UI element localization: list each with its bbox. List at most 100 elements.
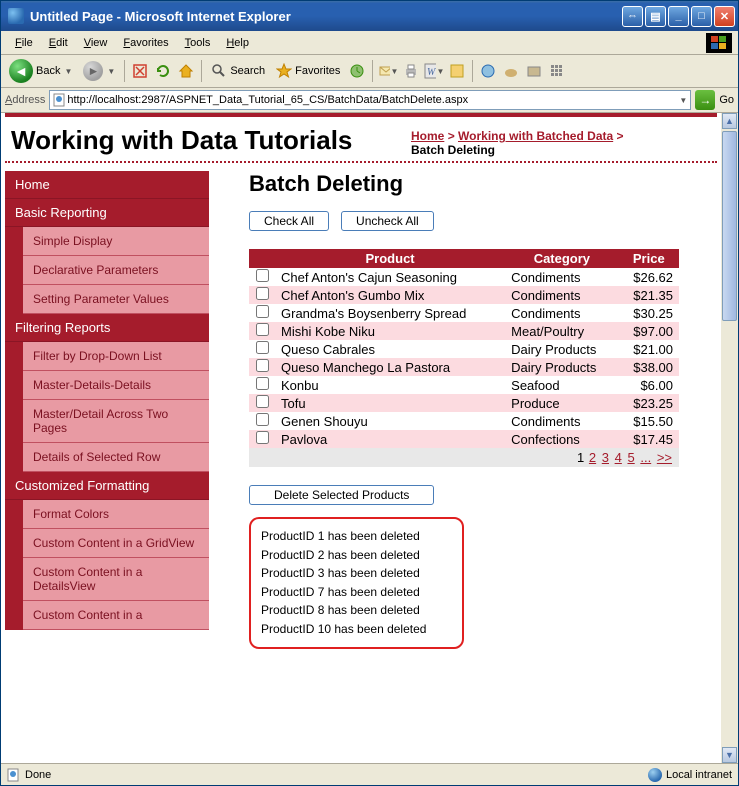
back-icon: ◄: [9, 59, 33, 83]
zone-icon: [648, 768, 662, 782]
research-button[interactable]: [478, 61, 498, 81]
edit-button[interactable]: W▼: [424, 61, 444, 81]
sidebar-item[interactable]: Format Colors: [23, 500, 209, 529]
breadcrumb-section[interactable]: Working with Batched Data: [458, 129, 613, 143]
status-message: ProductID 2 has been deleted: [261, 546, 452, 565]
cell-category: Dairy Products: [505, 358, 618, 376]
sidebar-item[interactable]: Master/Detail Across Two Pages: [23, 400, 209, 443]
sidebar-item[interactable]: Custom Content in a DetailsView: [23, 558, 209, 601]
scroll-down-icon[interactable]: ▼: [722, 747, 737, 763]
check-all-button[interactable]: Check All: [249, 211, 329, 231]
mail-button[interactable]: ▼: [378, 61, 398, 81]
forward-button[interactable]: ► ▼: [79, 59, 119, 83]
tool-messenger-icon[interactable]: [524, 61, 544, 81]
favorites-button[interactable]: Favorites: [272, 61, 344, 81]
pager-ellipsis[interactable]: ...: [640, 450, 651, 465]
cell-product: Chef Anton's Gumbo Mix: [275, 286, 505, 304]
breadcrumb-home[interactable]: Home: [411, 129, 444, 143]
page-icon: [7, 768, 21, 782]
cell-price: $6.00: [619, 376, 679, 394]
sidebar-header[interactable]: Basic Reporting: [5, 199, 209, 227]
stop-button[interactable]: [130, 61, 150, 81]
pager-link[interactable]: 2: [589, 450, 596, 465]
titlebar: Untitled Page - Microsoft Internet Explo…: [1, 1, 738, 31]
tool-extra-icon[interactable]: [547, 61, 567, 81]
menu-help[interactable]: Help: [218, 34, 257, 52]
table-row: Mishi Kobe NikuMeat/Poultry$97.00: [249, 322, 679, 340]
vertical-scrollbar[interactable]: ▲ ▼: [721, 113, 738, 763]
status-message: ProductID 7 has been deleted: [261, 583, 452, 602]
maximize-button[interactable]: □: [691, 6, 712, 27]
row-checkbox[interactable]: [256, 413, 269, 426]
discuss-button[interactable]: [447, 61, 467, 81]
titlebar-extra-1[interactable]: ⇔: [622, 6, 643, 27]
sidebar-item[interactable]: Filter by Drop-Down List: [23, 342, 209, 371]
cell-product: Genen Shouyu: [275, 412, 505, 430]
menu-view[interactable]: View: [76, 34, 116, 52]
back-button[interactable]: ◄ Back ▼: [5, 57, 76, 85]
row-checkbox[interactable]: [256, 269, 269, 282]
go-button[interactable]: →: [695, 90, 715, 110]
sidebar-item[interactable]: Setting Parameter Values: [23, 285, 209, 314]
row-checkbox[interactable]: [256, 287, 269, 300]
tool-research-icon[interactable]: [501, 61, 521, 81]
menu-favorites[interactable]: Favorites: [115, 34, 176, 52]
table-row: Queso Manchego La PastoraDairy Products$…: [249, 358, 679, 376]
sidebar-item[interactable]: Master-Details-Details: [23, 371, 209, 400]
table-row: Genen ShouyuCondiments$15.50: [249, 412, 679, 430]
search-button[interactable]: Search: [207, 61, 269, 81]
row-checkbox[interactable]: [256, 323, 269, 336]
sidebar-header[interactable]: Home: [5, 171, 209, 199]
main-heading: Batch Deleting: [249, 171, 717, 197]
menu-tools[interactable]: Tools: [177, 34, 219, 52]
table-row: TofuProduce$23.25: [249, 394, 679, 412]
row-checkbox[interactable]: [256, 341, 269, 354]
row-checkbox[interactable]: [256, 377, 269, 390]
cell-price: $15.50: [619, 412, 679, 430]
sidebar-item[interactable]: Declarative Parameters: [23, 256, 209, 285]
row-checkbox[interactable]: [256, 305, 269, 318]
pager-next[interactable]: >>: [657, 450, 672, 465]
row-checkbox[interactable]: [256, 395, 269, 408]
pager-current: 1: [577, 450, 584, 465]
menu-edit[interactable]: Edit: [41, 34, 76, 52]
cell-product: Queso Manchego La Pastora: [275, 358, 505, 376]
windows-logo-icon: [706, 33, 732, 53]
print-button[interactable]: [401, 61, 421, 81]
titlebar-extra-2[interactable]: ▤: [645, 6, 666, 27]
pager-link[interactable]: 4: [615, 450, 622, 465]
sidebar-item[interactable]: Custom Content in a GridView: [23, 529, 209, 558]
scroll-up-icon[interactable]: ▲: [722, 113, 737, 129]
cell-price: $38.00: [619, 358, 679, 376]
chevron-down-icon[interactable]: ▼: [679, 96, 687, 105]
menu-file[interactable]: File: [7, 34, 41, 52]
svg-text:W: W: [427, 67, 435, 78]
sidebar-item[interactable]: Simple Display: [23, 227, 209, 256]
url-input[interactable]: http://localhost:2987/ASPNET_Data_Tutori…: [49, 90, 691, 110]
pager-row: 1 2 3 4 5 ... >>: [249, 448, 679, 467]
cell-product: Tofu: [275, 394, 505, 412]
home-button[interactable]: [176, 61, 196, 81]
sidebar-item[interactable]: Custom Content in a: [23, 601, 209, 630]
uncheck-all-button[interactable]: Uncheck All: [341, 211, 434, 231]
pager-link[interactable]: 5: [627, 450, 634, 465]
history-button[interactable]: [347, 61, 367, 81]
close-button[interactable]: ✕: [714, 6, 735, 27]
sidebar-header[interactable]: Customized Formatting: [5, 472, 209, 500]
refresh-button[interactable]: [153, 61, 173, 81]
row-checkbox[interactable]: [256, 431, 269, 444]
status-messages: ProductID 1 has been deletedProductID 2 …: [249, 517, 464, 649]
pager-link[interactable]: 3: [602, 450, 609, 465]
toolbar: ◄ Back ▼ ► ▼ Search Favorites ▼ W▼: [1, 55, 738, 88]
cell-price: $17.45: [619, 430, 679, 448]
minimize-button[interactable]: _: [668, 6, 689, 27]
cell-product: Chef Anton's Cajun Seasoning: [275, 268, 505, 286]
sidebar-header[interactable]: Filtering Reports: [5, 314, 209, 342]
delete-selected-button[interactable]: Delete Selected Products: [249, 485, 434, 505]
star-icon: [276, 63, 292, 79]
scroll-thumb[interactable]: [722, 131, 737, 321]
sidebar-item[interactable]: Details of Selected Row: [23, 443, 209, 472]
cell-category: Condiments: [505, 304, 618, 322]
address-label: Address: [5, 94, 45, 106]
row-checkbox[interactable]: [256, 359, 269, 372]
